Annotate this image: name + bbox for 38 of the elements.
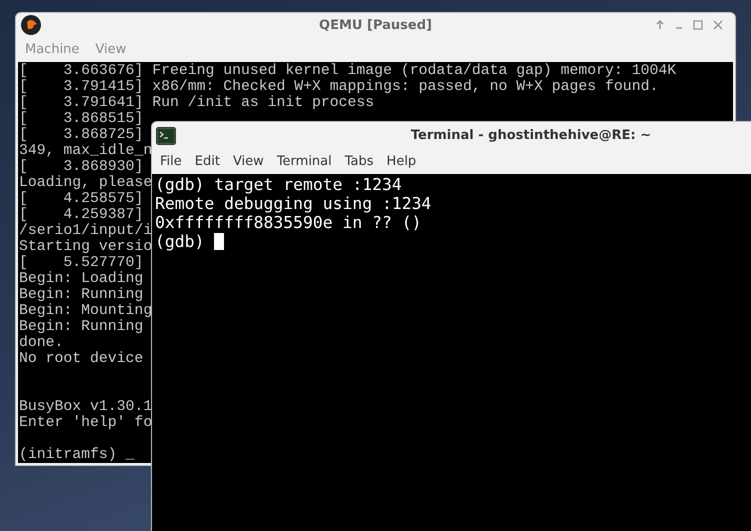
arrow-up-icon[interactable] [655,20,665,30]
console-line: BusyBox v1.30.1 [19,399,152,415]
console-line: [ 4.259387] [19,207,144,223]
console-line: [ 3.868515] [19,111,144,127]
console-line: [ 3.791641] Run /init as init process [19,95,374,111]
menu-item[interactable]: Edit [194,152,220,172]
console-line: [ 3.663676] Freeing unused kernel image (rodata/data gap) memory: 1004K [19,63,676,79]
console-line: [ 3.791415] x86/mm: Checked W+X mappings: passed, no W+X pages found. [19,79,658,95]
menu-item[interactable]: Terminal [276,152,332,172]
terminal-line: (gdb) [155,232,204,251]
console-line: [ 5.527770] [19,255,144,271]
console-line: No root device [19,351,144,367]
terminal-line: Remote debugging using :1234 [155,194,432,213]
console-line: [ 4.258575] [19,191,144,207]
console-line: Begin: Loading [19,271,144,287]
terminal-icon [156,126,176,144]
terminal-line: (gdb) target remote :1234 [155,175,402,194]
console-line: (initramfs) _ [19,447,134,463]
console-line: Begin: Running [19,287,144,303]
console-line: done. [19,335,64,351]
console-line: 349, max_idle_n [19,143,152,159]
maximize-icon[interactable] [693,20,703,30]
console-line: Starting versio [19,239,152,255]
window-title: Terminal - ghostinthehive@RE: ~ [410,126,652,145]
console-line: /serio1/input/i [19,223,152,239]
console-line: Begin: Mounting [19,303,152,319]
console-line: Enter 'help' fo [19,415,152,431]
menu-item[interactable]: Help [386,152,416,172]
console-line: Begin: Running [19,319,144,335]
console-line: [ 3.868930] [19,159,144,175]
close-icon[interactable] [713,20,723,30]
console-line: [ 3.868725] [19,127,144,143]
menu-item[interactable]: File [160,152,182,172]
console-line: Loading, please [19,175,152,191]
window-title: QEMU [Paused] [319,16,432,35]
menu-item[interactable]: Tabs [344,152,374,172]
menu-item[interactable]: View [232,152,264,172]
terminal-line: 0xffffffff8835590e in ?? () [155,213,422,232]
